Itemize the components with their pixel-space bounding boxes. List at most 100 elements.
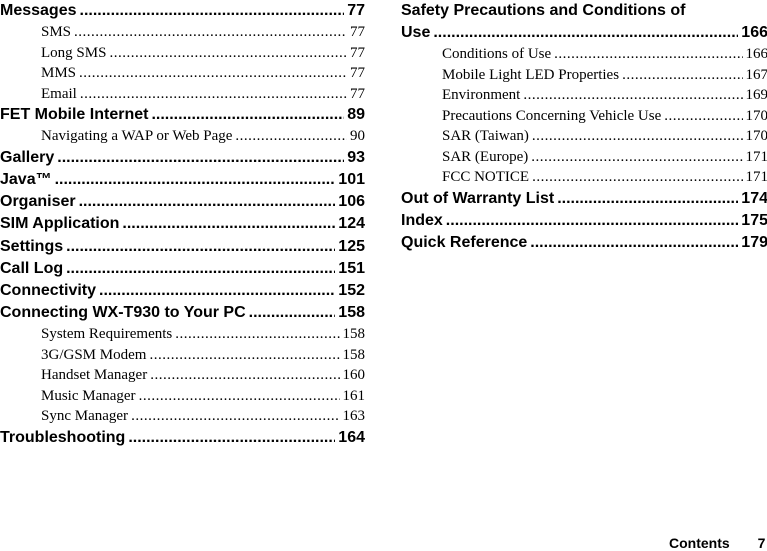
dot-leader xyxy=(531,147,742,167)
toc-entry-page: 77 xyxy=(350,84,365,104)
toc-entry-page: 125 xyxy=(338,236,365,258)
toc-entry-page: 77 xyxy=(347,0,365,22)
dot-leader xyxy=(557,188,738,210)
toc-entry-page: 89 xyxy=(347,104,365,126)
dot-leader xyxy=(235,126,347,146)
toc-subentry[interactable]: Mobile Light LED Properties 167 xyxy=(401,65,767,86)
toc-entry-page: 77 xyxy=(350,43,365,63)
toc-entry-page: 170 xyxy=(746,126,767,146)
toc-entry-page: 175 xyxy=(741,210,767,232)
toc-entry-page: 152 xyxy=(338,280,365,302)
dot-leader xyxy=(128,427,335,449)
toc-entry-page: 101 xyxy=(338,169,365,191)
toc-entry-page: 106 xyxy=(338,191,365,213)
dot-leader xyxy=(80,84,347,104)
dot-leader xyxy=(149,345,339,365)
dot-leader xyxy=(122,213,335,235)
toc-entry-page: 169 xyxy=(746,85,767,105)
dot-leader xyxy=(530,232,738,254)
toc-entry-page: 124 xyxy=(338,213,365,235)
toc-entry-page: 158 xyxy=(343,345,366,365)
toc-entry-title: FET Mobile Internet xyxy=(0,104,148,126)
toc-entry-title: Precautions Concerning Vehicle Use xyxy=(442,106,661,126)
toc-entry-page: 77 xyxy=(350,63,365,83)
toc-entry-title: Long SMS xyxy=(41,43,106,63)
dot-leader xyxy=(80,0,345,22)
dot-leader xyxy=(74,22,347,42)
toc-entry-title: Sync Manager xyxy=(41,406,128,426)
toc-subentry[interactable]: Long SMS 77 xyxy=(0,43,365,64)
toc-subentry[interactable]: Environment169 xyxy=(401,85,767,106)
toc-entry-title: Connectivity xyxy=(0,280,96,302)
toc-subentry[interactable]: System Requirements158 xyxy=(0,324,365,345)
toc-entry-title: Handset Manager xyxy=(41,365,147,385)
toc-entry-page: 171 xyxy=(746,147,767,167)
toc-entry-page: 170 xyxy=(746,106,767,126)
toc-entry[interactable]: Gallery 93 xyxy=(0,147,365,169)
dot-leader xyxy=(131,406,339,426)
toc-entry[interactable]: SIM Application 124 xyxy=(0,213,365,235)
toc-entry-page: 93 xyxy=(347,147,365,169)
toc-entry-title: Call Log xyxy=(0,258,63,280)
toc-subentry[interactable]: Email 77 xyxy=(0,84,365,105)
toc-subentry[interactable]: MMS 77 xyxy=(0,63,365,84)
toc-subentry[interactable]: FCC NOTICE171 xyxy=(401,167,767,188)
toc-entry[interactable]: Use166 xyxy=(401,22,767,44)
dot-leader xyxy=(109,43,347,63)
toc-entry[interactable]: Organiser106 xyxy=(0,191,365,213)
toc-entry-title: MMS xyxy=(41,63,76,83)
toc-entry-title: FCC NOTICE xyxy=(442,167,529,187)
toc-entry-page: 77 xyxy=(350,22,365,42)
dot-leader xyxy=(523,85,742,105)
toc-entry[interactable]: Troubleshooting 164 xyxy=(0,427,365,449)
toc-entry-page: 164 xyxy=(338,427,365,449)
dot-leader xyxy=(66,236,335,258)
toc-left-column: Messages77SMS77Long SMS77MMS77Email77FET… xyxy=(0,0,365,449)
toc-entry-title: Quick Reference xyxy=(401,232,527,254)
toc-entry[interactable]: Out of Warranty List 174 xyxy=(401,188,767,210)
toc-entry[interactable]: Connecting WX-T930 to Your PC158 xyxy=(0,302,365,324)
toc-entry-page: 174 xyxy=(741,188,767,210)
toc-entry[interactable]: FET Mobile Internet 89 xyxy=(0,104,365,126)
toc-entry-title: Use xyxy=(401,22,430,44)
toc-entry-title: Mobile Light LED Properties xyxy=(442,65,619,85)
toc-entry[interactable]: Connectivity 152 xyxy=(0,280,365,302)
toc-entry-page: 158 xyxy=(338,302,365,324)
toc-entry-page: 167 xyxy=(746,65,767,85)
toc-subentry[interactable]: SMS77 xyxy=(0,22,365,43)
toc-subentry[interactable]: Music Manager161 xyxy=(0,386,365,407)
toc-entry-title: Gallery xyxy=(0,147,54,169)
toc-entry-title: Out of Warranty List xyxy=(401,188,554,210)
dot-leader xyxy=(150,365,339,385)
dot-leader xyxy=(57,147,344,169)
toc-entry-title: Email xyxy=(41,84,77,104)
toc-entry-title: Troubleshooting xyxy=(0,427,125,449)
toc-subentry[interactable]: 3G/GSM Modem 158 xyxy=(0,345,365,366)
toc-entry-page: 90 xyxy=(350,126,365,146)
toc-entry-page: 179 xyxy=(741,232,767,254)
toc-entry[interactable]: Index175 xyxy=(401,210,767,232)
toc-subentry[interactable]: Navigating a WAP or Web Page 90 xyxy=(0,126,365,147)
dot-leader xyxy=(554,44,742,64)
toc-subentry[interactable]: SAR (Europe)171 xyxy=(401,147,767,168)
toc-entry[interactable]: Quick Reference 179 xyxy=(401,232,767,254)
toc-entry[interactable]: Java™101 xyxy=(0,169,365,191)
toc-entry-page: 161 xyxy=(343,386,366,406)
toc-entry[interactable]: Settings125 xyxy=(0,236,365,258)
toc-subentry[interactable]: SAR (Taiwan)170 xyxy=(401,126,767,147)
toc-subentry[interactable]: Precautions Concerning Vehicle Use 170 xyxy=(401,106,767,127)
toc-entry-page: 163 xyxy=(343,406,366,426)
dot-leader xyxy=(139,386,340,406)
toc-entry-title: 3G/GSM Modem xyxy=(41,345,146,365)
toc-entry-title: SIM Application xyxy=(0,213,119,235)
toc-subentry[interactable]: Handset Manager160 xyxy=(0,365,365,386)
toc-entry-title: Navigating a WAP or Web Page xyxy=(41,126,232,146)
toc-entry[interactable]: Call Log151 xyxy=(0,258,365,280)
dot-leader xyxy=(79,63,347,83)
dot-leader xyxy=(151,104,344,126)
dot-leader xyxy=(79,191,336,213)
toc-entry[interactable]: Messages77 xyxy=(0,0,365,22)
toc-subentry[interactable]: Conditions of Use166 xyxy=(401,44,767,65)
dot-leader xyxy=(55,169,336,191)
toc-subentry[interactable]: Sync Manager 163 xyxy=(0,406,365,427)
